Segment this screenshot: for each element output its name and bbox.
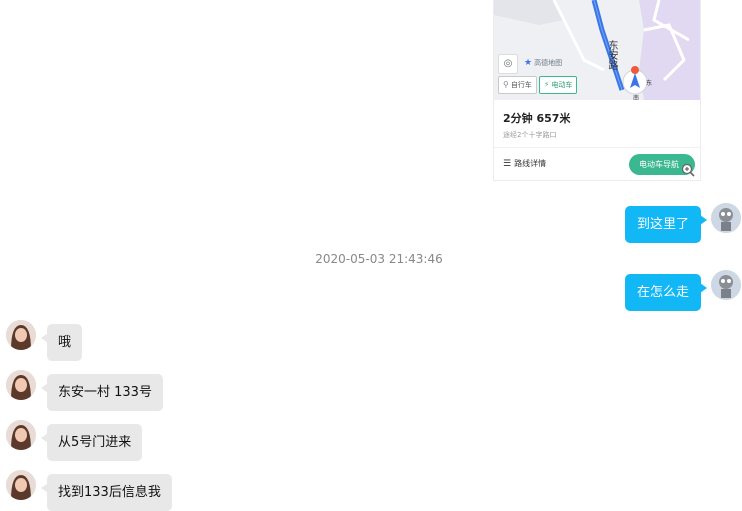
ebike-icon: ⚡ xyxy=(543,80,550,89)
avatar[interactable] xyxy=(6,420,36,450)
amap-logo: ★ 高德地图 xyxy=(524,58,562,68)
avatar[interactable] xyxy=(711,203,741,233)
route-summary: 2分钟 657米 xyxy=(503,112,571,125)
avatar[interactable] xyxy=(6,320,36,350)
incoming-message[interactable]: 从5号门进来 xyxy=(40,424,143,461)
user-avatar-icon xyxy=(711,203,741,233)
zoom-in-icon[interactable] xyxy=(681,163,695,177)
map-view[interactable]: 东安路 东 南 ◎ ★ 高德地图 ⚲ 自行车 ⚡ 电动车 xyxy=(494,0,700,100)
contact-avatar-icon xyxy=(6,470,36,500)
avatar[interactable] xyxy=(6,370,36,400)
travel-mode-switch: ⚲ 自行车 ⚡ 电动车 xyxy=(498,76,578,94)
contact-avatar-icon xyxy=(6,320,36,350)
incoming-message[interactable]: 哦 xyxy=(40,324,83,361)
route-details-label: 路线详情 xyxy=(514,159,547,168)
amap-logo-text: 高德地图 xyxy=(534,59,563,67)
list-icon: ☰ xyxy=(503,158,512,169)
mode-bike-button[interactable]: ⚲ 自行车 xyxy=(498,76,537,94)
user-avatar-icon xyxy=(711,270,741,300)
bike-icon: ⚲ xyxy=(503,80,509,89)
avatar[interactable] xyxy=(711,270,741,300)
outgoing-message[interactable]: 在怎么走 xyxy=(624,274,708,311)
outgoing-message[interactable]: 到这里了 xyxy=(624,206,708,243)
locate-icon[interactable]: ◎ xyxy=(498,54,518,74)
compass-south-label: 南 xyxy=(633,95,640,100)
mode-ebike-label: 电动车 xyxy=(551,81,573,89)
route-info: 2分钟 657米 途经2个十字路口 xyxy=(503,110,570,140)
message-timestamp: 2020-05-03 21:43:46 xyxy=(315,252,443,266)
map-location-card[interactable]: 东安路 东 南 ◎ ★ 高德地图 ⚲ 自行车 ⚡ 电动车 2分钟 657米 途经… xyxy=(493,0,701,181)
street-label: 东安路 xyxy=(606,40,617,70)
compass-east-label: 东 xyxy=(646,80,653,87)
incoming-message[interactable]: 找到133后信息我 xyxy=(41,474,172,511)
route-details-link[interactable]: ☰ 路线详情 xyxy=(503,158,546,169)
contact-avatar-icon xyxy=(6,420,36,450)
divider xyxy=(494,147,700,148)
amap-star-icon: ★ xyxy=(524,58,533,68)
route-subtext: 途经2个十字路口 xyxy=(503,131,557,139)
mode-ebike-button[interactable]: ⚡ 电动车 xyxy=(538,76,578,94)
mode-bike-label: 自行车 xyxy=(510,81,532,89)
incoming-message[interactable]: 东安一村 133号 xyxy=(41,374,163,411)
avatar[interactable] xyxy=(6,470,36,500)
contact-avatar-icon xyxy=(6,370,36,400)
